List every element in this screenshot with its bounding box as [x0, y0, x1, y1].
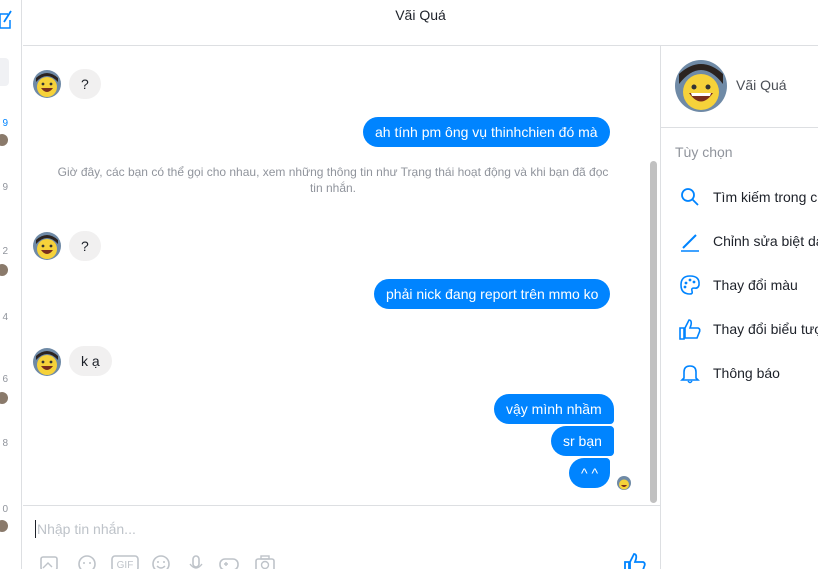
profile-name[interactable]: Vãi Quá: [736, 77, 787, 93]
message-input[interactable]: Nhập tin nhắn...: [35, 520, 595, 538]
conversation-avatar[interactable]: [0, 520, 8, 532]
gif-icon[interactable]: GIF: [111, 554, 139, 569]
incoming-message[interactable]: ?: [69, 69, 101, 99]
profile-section: Vãi Quá: [661, 46, 818, 128]
option-notifications[interactable]: Thông báo: [661, 356, 818, 392]
svg-text:GIF: GIF: [117, 560, 134, 569]
conversation-avatar[interactable]: [0, 134, 8, 146]
option-edit-nicknames[interactable]: Chỉnh sửa biệt da: [661, 224, 818, 260]
message-composer: Nhập tin nhắn... GIF: [23, 505, 660, 569]
contact-avatar[interactable]: [33, 348, 61, 376]
conversation-time: 9: [2, 182, 8, 193]
option-change-emoji[interactable]: Thay đổi biểu tượ: [661, 312, 818, 348]
outgoing-message[interactable]: sr bạn: [551, 426, 614, 456]
image-icon[interactable]: [39, 554, 61, 569]
incoming-message[interactable]: k ạ: [69, 346, 112, 376]
system-notice: Giờ đây, các bạn có thể gọi cho nhau, xe…: [57, 165, 609, 195]
message-list: ? ah tính pm ông vụ thinhchien đó mà Giờ…: [23, 46, 660, 505]
outgoing-message[interactable]: phải nick đang report trên mmo ko: [374, 279, 611, 309]
option-label: Thay đổi biểu tượ: [713, 321, 818, 337]
conversation-title[interactable]: Vãi Quá: [23, 7, 818, 23]
outgoing-message[interactable]: vậy mình nhầm: [494, 394, 614, 424]
thumbs-up-icon: [679, 319, 701, 340]
search-icon: [681, 188, 699, 206]
conversation-time: 8: [2, 438, 8, 449]
option-label: Thông báo: [713, 365, 780, 381]
conversation-header: Vãi Quá: [23, 0, 818, 46]
conversation-time: 9: [2, 118, 8, 129]
option-search-in-conversation[interactable]: Tìm kiếm trong cu: [661, 180, 818, 216]
send-like-icon[interactable]: [623, 552, 647, 569]
option-label: Thay đổi màu: [713, 277, 798, 293]
search-box-edge[interactable]: [0, 58, 9, 86]
conversation-time: 0: [2, 504, 8, 515]
conversation-avatar[interactable]: [0, 392, 8, 404]
conversation-avatar[interactable]: [0, 264, 8, 276]
outgoing-message[interactable]: ah tính pm ông vụ thinhchien đó mà: [363, 117, 610, 147]
camera-icon[interactable]: [254, 554, 276, 569]
contact-avatar[interactable]: [33, 232, 61, 260]
palette-icon: [680, 275, 700, 295]
conversation-details-panel: Vãi Quá Tùy chọn Tìm kiếm trong cu Chỉnh…: [660, 46, 818, 569]
bell-icon: [680, 365, 700, 384]
emoji-icon[interactable]: [150, 554, 172, 569]
microphone-icon[interactable]: [185, 554, 207, 569]
option-label: Chỉnh sửa biệt da: [713, 233, 818, 249]
conversation-list-strip: 9 9 2 4 6 8 0: [0, 0, 22, 569]
seen-indicator-avatar: [617, 476, 631, 490]
profile-avatar[interactable]: [675, 60, 727, 112]
message-scrollbar[interactable]: [650, 161, 657, 503]
option-label: Tìm kiếm trong cu: [713, 189, 818, 205]
incoming-message[interactable]: ?: [69, 231, 101, 261]
game-controller-icon[interactable]: [218, 554, 240, 569]
contact-avatar[interactable]: [33, 70, 61, 98]
sticker-icon[interactable]: [76, 554, 98, 569]
outgoing-message[interactable]: ^ ^: [569, 458, 611, 488]
conversation-time: 2: [2, 246, 8, 257]
option-change-color[interactable]: Thay đổi màu: [661, 268, 818, 304]
compose-icon[interactable]: [0, 6, 12, 30]
options-heading: Tùy chọn: [675, 144, 733, 160]
conversation-time: 6: [2, 374, 8, 385]
conversation-time: 4: [2, 312, 8, 323]
pencil-icon: [681, 234, 699, 252]
